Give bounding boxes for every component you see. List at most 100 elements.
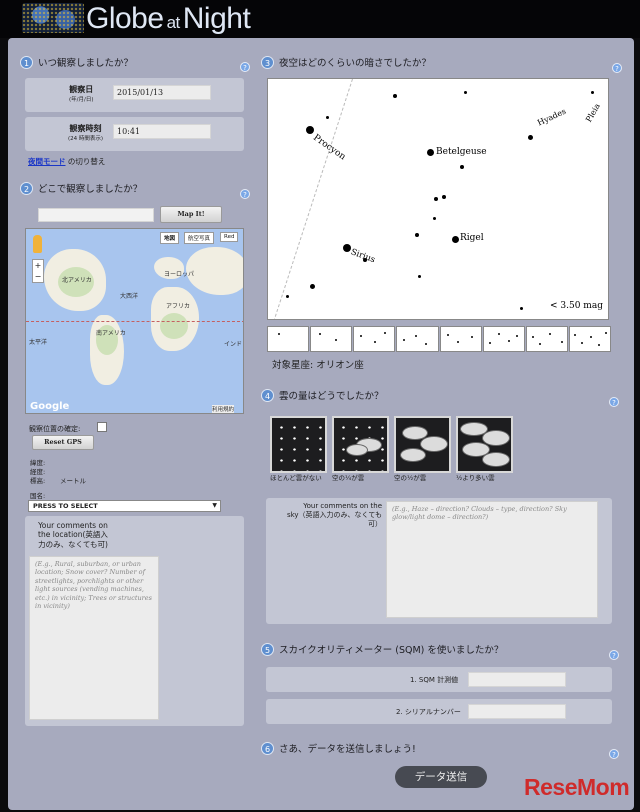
map-terms-link[interactable]: 利用規約 [212,405,235,413]
section2-title: どこで観察しましたか？ [38,184,143,195]
magnitude-chart-thumb[interactable] [267,326,310,352]
chevron-down-icon: ▼ [212,502,217,509]
magnitude-chart-thumb[interactable] [568,326,611,352]
sqm-reading-label: 1. SQM 計測値 [410,676,459,684]
country-label: 国名: [30,492,46,500]
cloud-cover-none-option[interactable] [270,416,327,473]
section1-title: いつ観察しましたか？ [38,58,134,69]
time-label: 観察時刻 (24 時間表示) [68,124,104,142]
star-dot [427,149,434,156]
date-label: 観察日 (年/月/日) [69,85,94,103]
help-icon[interactable]: ? [609,749,619,759]
sqm-serial-input[interactable] [468,704,566,719]
star-dot [415,233,419,237]
title-at: at [166,13,181,32]
submit-button[interactable]: データ送信 [395,766,487,788]
help-icon[interactable]: ? [612,63,622,73]
title-globe: Globe [86,2,164,35]
star-dot [460,165,464,169]
star-label: Betelgeuse [436,147,487,157]
star-dot [363,258,367,262]
elevation-unit: メートル [60,477,86,485]
logo-dots [22,3,84,33]
magnitude-chart-selector [267,326,611,352]
stars-icon [272,418,325,471]
cloud-option-label: ほとんど雲がない [270,474,322,482]
night-mode-link[interactable]: 夜間モード [28,157,66,166]
app-title: Globe at Night [86,2,251,36]
zoom-control[interactable]: + − [32,259,44,283]
sky-chart: Procyon Betelgeuse Hyades Pleia Sirius R… [267,78,609,320]
date-field[interactable]: 2015/01/13 [113,85,211,100]
title-night: Night [182,2,251,35]
star-label: Hyades [536,106,568,128]
cloud-cover-half-option[interactable] [394,416,451,473]
section4-heading: 4 雲の量はどうでしたか？ [261,388,384,402]
cloud-cover-quarter-option[interactable] [332,416,389,473]
map-asia [186,247,243,295]
star-label: Procyon [311,132,348,163]
magnitude-chart-thumb[interactable] [525,326,568,352]
confirm-location-label: 観察位置の確定: [29,425,81,433]
form-panel: 1 いつ観察しましたか？ ? 観察日 (年/月/日) 2015/01/13 観察時… [8,38,634,810]
location-map[interactable]: + − 地図 航空写真 Red 北アメリカ ヨーロッパ 大西洋 アフリカ 南アメリ… [25,228,244,414]
star-dot [418,275,421,278]
star-dot [393,94,397,98]
map-it-button[interactable]: Map It! [160,206,222,223]
country-select[interactable]: PRESS TO SELECT ▼ [28,500,221,512]
cloud-cover-more-option[interactable] [456,416,513,473]
star-label: Rigel [460,233,484,243]
google-logo: Google [30,401,70,412]
star-dot [434,197,438,201]
night-mode-text: の切り替え [67,157,106,166]
section1-heading: 1 いつ観察しましたか？ [20,55,133,69]
step-number: 2 [20,181,33,195]
magnitude-chart-thumb[interactable] [482,326,525,352]
magnitude-chart-thumb[interactable] [310,326,353,352]
reset-gps-button[interactable]: Reset GPS [32,435,94,450]
magnitude-chart-thumb[interactable] [353,326,396,352]
location-search-input[interactable] [38,208,154,222]
map-type-satellite[interactable]: 航空写真 [184,232,215,244]
map-label: 北アメリカ [62,277,92,284]
section2-heading: 2 どこで観察しましたか？ [20,181,142,195]
street-view-pegman-icon[interactable] [33,235,42,253]
resemom-watermark: ReseMom [524,774,630,800]
star-dot [310,284,315,289]
map-type-red[interactable]: Red [220,232,239,242]
help-icon[interactable]: ? [609,650,619,660]
map-label: 大西洋 [120,293,139,300]
map-type-map[interactable]: 地図 [160,232,180,244]
cloud-option-label: 空の¼が雲 [332,474,365,482]
confirm-location-checkbox[interactable] [97,422,107,432]
cloud-icon [400,448,426,462]
star-dot [452,236,459,243]
section3-title: 夜空はどのくらいの暗さでしたか？ [279,58,432,69]
map-label: ヨーロッパ [164,271,195,278]
section4-title: 雲の量はどうでしたか？ [279,391,384,402]
magnitude-chart-thumb[interactable] [396,326,439,352]
section5-heading: 5 スカイクオリティメーター (SQM) を使いましたか？ [261,642,503,656]
time-box: 観察時刻 (24 時間表示) 10:41 [25,117,244,151]
help-icon[interactable]: ? [240,62,250,72]
section3-heading: 3 夜空はどのくらいの暗さでしたか？ [261,55,431,69]
sqm-reading-row: 1. SQM 計測値 [266,667,612,692]
step-number: 5 [261,642,274,656]
star-dot [591,91,594,94]
location-comments-textarea[interactable]: (E.g., Rural, suburban, or urban locatio… [29,556,159,720]
help-icon[interactable]: ? [240,189,250,199]
sky-comments-textarea[interactable]: (E.g., Haze – direction? Clouds – type, … [386,501,598,618]
help-icon[interactable]: ? [609,397,619,407]
star-dot [306,126,314,134]
time-field[interactable]: 10:41 [113,124,211,139]
sqm-reading-input[interactable] [468,672,566,687]
step-number: 4 [261,388,274,402]
section5-title: スカイクオリティメーター (SQM) を使いましたか？ [279,645,504,656]
map-label: 太平洋 [29,339,48,346]
night-mode-toggle[interactable]: 夜間モード の切り替え [28,156,105,167]
map-label: インド [224,341,243,348]
map-label: 南アメリカ [96,330,126,337]
star-dot [520,307,523,310]
star-label: Pleia [584,101,602,124]
magnitude-chart-thumb[interactable] [439,326,482,352]
